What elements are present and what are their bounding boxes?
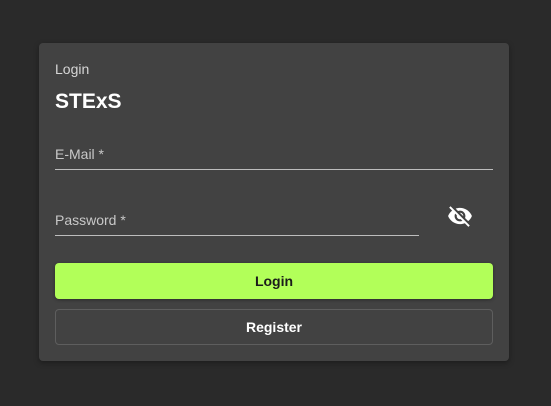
eye-off-icon[interactable] bbox=[447, 203, 473, 229]
email-field[interactable]: E-Mail * bbox=[55, 133, 493, 170]
login-card: Login STExS E-Mail * Password * Login Re… bbox=[39, 43, 509, 361]
password-label: Password * bbox=[55, 212, 126, 228]
email-label: E-Mail * bbox=[55, 146, 105, 162]
register-button[interactable]: Register bbox=[55, 309, 493, 345]
app-title: STExS bbox=[55, 90, 122, 113]
password-field[interactable]: Password * bbox=[55, 199, 419, 236]
login-button[interactable]: Login bbox=[55, 263, 493, 299]
card-overline: Login bbox=[55, 61, 90, 77]
